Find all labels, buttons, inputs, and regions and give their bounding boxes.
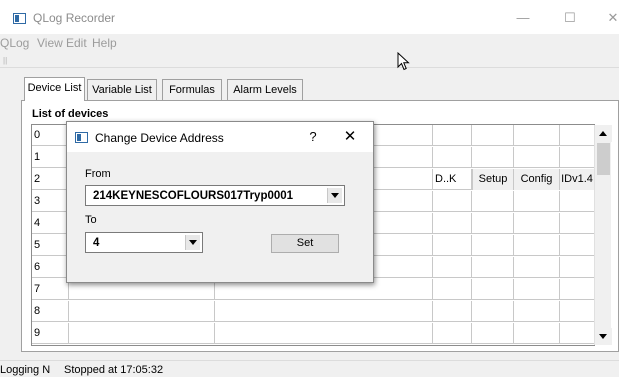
title-bar: QLog Recorder — ☐ ✕ [0,0,619,34]
scroll-up-button[interactable] [595,125,612,142]
row-number: 8 [32,301,69,322]
menu-view[interactable]: View [37,36,63,50]
change-device-address-dialog: Change Device Address ? ✕ From 214KEYNES… [66,121,374,283]
from-combobox[interactable]: 214KEYNESCOFLOURS017Tryp0001 [85,185,345,206]
chevron-down-icon [331,193,339,198]
minimize-button[interactable]: — [508,8,538,28]
from-value: 214KEYNESCOFLOURS017Tryp0001 [93,190,294,202]
row-number: 2 [32,169,69,190]
tab-device-list[interactable]: Device List [24,77,85,101]
window-title: QLog Recorder [33,11,116,25]
config-button[interactable]: Config [514,169,560,190]
chevron-down-icon [189,240,197,245]
logging-status: Logging N [0,364,51,376]
row-number: 0 [32,125,69,146]
status-bar: Logging N Stopped at 17:05:32 [0,360,619,377]
device-type-cell: D..K [433,169,472,190]
table-row[interactable]: 9 [32,323,594,344]
to-label: To [85,214,97,226]
menu-edit[interactable]: Edit [66,36,87,50]
from-label: From [85,168,111,180]
scroll-thumb[interactable] [597,143,610,175]
row-number: 7 [32,279,69,300]
setup-button[interactable]: Setup [472,169,514,190]
row-number: 1 [32,147,69,168]
dialog-app-icon [75,132,88,143]
close-button[interactable]: ✕ [598,8,619,28]
mouse-cursor-icon [397,52,410,71]
app-icon [13,13,26,24]
menu-help[interactable]: Help [92,36,117,50]
help-button[interactable]: ? [303,128,323,146]
from-dropdown-button[interactable] [327,188,342,203]
to-dropdown-button[interactable] [185,235,200,250]
arrow-up-icon [599,131,607,136]
device-id-button[interactable]: IDv1.4 [560,169,594,190]
to-value: 4 [93,237,100,249]
dialog-title-bar: Change Device Address ? ✕ [67,122,373,152]
toolbar: || [0,56,619,68]
toolbar-grip[interactable]: || [3,56,7,65]
dialog-close-button[interactable]: ✕ [339,128,361,146]
to-combobox[interactable]: 4 [85,232,203,253]
tab-variable-list[interactable]: Variable List [87,79,157,100]
maximize-button[interactable]: ☐ [555,8,585,28]
row-number: 4 [32,213,69,234]
table-row[interactable]: 8 [32,301,594,322]
tab-formulas[interactable]: Formulas [162,79,222,100]
device-list-group-label: List of devices [32,108,109,120]
tab-alarm-levels[interactable]: Alarm Levels [227,79,303,100]
stopped-status: Stopped at 17:05:32 [64,364,164,376]
arrow-down-icon [599,334,607,339]
set-button[interactable]: Set [271,234,339,253]
row-number: 6 [32,257,69,278]
dialog-title: Change Device Address [95,131,224,145]
vertical-scrollbar[interactable] [594,125,612,345]
row-number: 9 [32,323,69,344]
menu-qlog[interactable]: QLog [0,36,29,50]
scroll-down-button[interactable] [595,328,612,345]
row-number: 3 [32,191,69,212]
row-number: 5 [32,235,69,256]
